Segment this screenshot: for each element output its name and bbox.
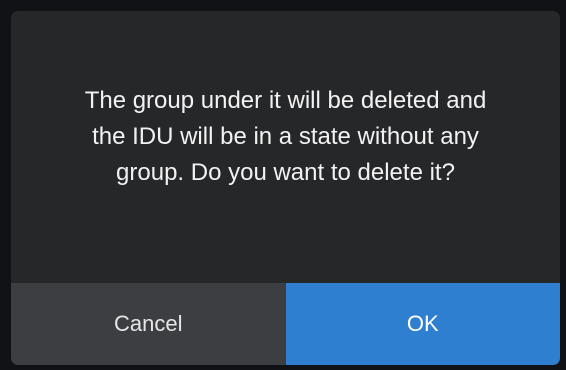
dialog-button-bar: Cancel OK bbox=[11, 283, 560, 365]
cancel-button[interactable]: Cancel bbox=[11, 283, 286, 365]
ok-button[interactable]: OK bbox=[285, 283, 560, 365]
dialog-body: The group under it will be deleted and t… bbox=[11, 11, 560, 283]
delete-group-confirm-dialog: The group under it will be deleted and t… bbox=[11, 11, 560, 365]
confirm-message: The group under it will be deleted and t… bbox=[84, 87, 487, 186]
